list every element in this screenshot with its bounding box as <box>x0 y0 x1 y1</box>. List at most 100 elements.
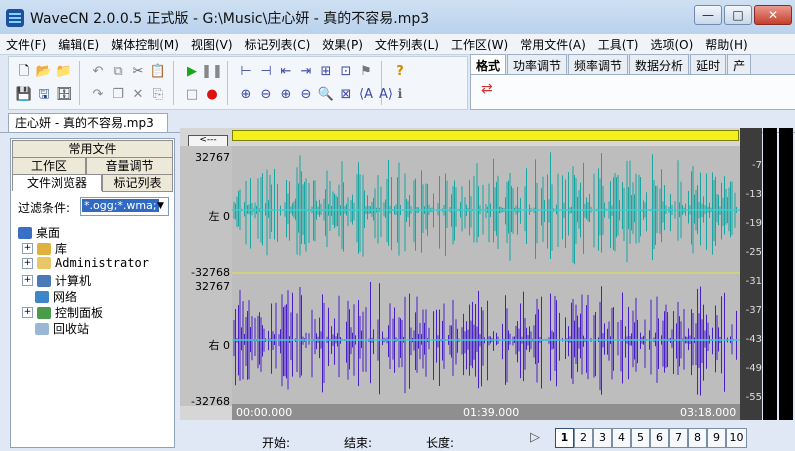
menu-item-0[interactable]: 文件(F) <box>0 34 52 54</box>
menu-item-8[interactable]: 常用文件(A) <box>514 34 592 54</box>
save-all-icon[interactable]: 🗄 <box>55 85 73 103</box>
zoom-left-icon[interactable]: ⟨A <box>357 85 375 103</box>
duplicate-icon[interactable]: ❐ <box>109 85 127 103</box>
open-recent-icon[interactable]: 📁 <box>55 62 73 80</box>
page-button-5[interactable]: 5 <box>631 428 650 448</box>
select-left-icon[interactable]: ⇤ <box>277 62 295 80</box>
menu-item-6[interactable]: 文件列表(L) <box>369 34 445 54</box>
close-button[interactable]: ✕ <box>754 5 792 25</box>
effects-tab-3[interactable]: 数据分析 <box>629 54 690 74</box>
menu-item-3[interactable]: 视图(V) <box>185 34 239 54</box>
select-all-icon[interactable]: ⊞ <box>317 62 335 80</box>
marker-icon[interactable]: ⊡ <box>337 62 355 80</box>
page-button-7[interactable]: 7 <box>669 428 688 448</box>
page-button-9[interactable]: 9 <box>707 428 726 448</box>
menu-item-1[interactable]: 编辑(E) <box>52 34 105 54</box>
menu-item-4[interactable]: 标记列表(C) <box>239 34 317 54</box>
menu-item-11[interactable]: 帮助(H) <box>699 34 753 54</box>
library-icon <box>37 242 51 255</box>
tree-item[interactable]: + 控制面板 <box>22 304 103 321</box>
tree-expander-icon[interactable]: + <box>22 257 33 269</box>
zoom-out-vertical-icon[interactable]: ⊖ <box>297 85 315 103</box>
meter-label: -13 <box>745 189 762 200</box>
help-icon[interactable]: ? <box>391 62 409 80</box>
flag-icon[interactable]: ⚑ <box>357 62 375 80</box>
play-icon[interactable]: ▶ <box>183 62 201 80</box>
filter-value[interactable]: *.ogg;*.wma; <box>82 199 159 212</box>
page-button-3[interactable]: 3 <box>593 428 612 448</box>
play-selection-icon[interactable]: ▷ <box>530 430 540 445</box>
wavecn-app-icon <box>6 9 24 27</box>
cut-icon[interactable]: ✂ <box>129 62 147 80</box>
waveform-overview-scrollbar[interactable] <box>232 130 739 141</box>
menu-item-9[interactable]: 工具(T) <box>592 34 645 54</box>
meter-label: -31 <box>745 276 762 287</box>
chevron-down-icon[interactable]: ▼ <box>154 197 167 214</box>
redo-icon[interactable]: ↷ <box>89 85 107 103</box>
effects-tab-0[interactable]: 格式 <box>470 54 507 74</box>
tree-item[interactable]: 网络 <box>22 288 77 305</box>
effects-tab-5[interactable]: 产 <box>727 54 752 74</box>
time-start-label: 00:00.000 <box>236 406 293 419</box>
tree-item[interactable]: 回收站 <box>22 320 89 337</box>
mix-paste-icon[interactable]: ⎘ <box>149 85 167 103</box>
tab-marker-list[interactable]: 标记列表 <box>102 174 173 192</box>
save-as-icon[interactable]: 🖫 <box>35 85 53 103</box>
select-range-icon[interactable]: ⊣ <box>257 62 275 80</box>
maximize-button[interactable]: □ <box>724 5 752 25</box>
pause-icon[interactable]: ❚❚ <box>201 62 223 80</box>
stop-icon[interactable]: □ <box>183 85 201 103</box>
tree-item[interactable]: + 库 <box>22 240 67 257</box>
zoom-in-icon[interactable]: ⊕ <box>237 85 255 103</box>
zoom-fit-icon[interactable]: 🔍 <box>317 85 335 103</box>
tree-item[interactable]: + Administrator <box>22 256 149 270</box>
tab-file-browser[interactable]: 文件浏览器 <box>12 174 102 191</box>
right-channel-min: -32768 <box>191 395 230 408</box>
zoom-in-vertical-icon[interactable]: ⊕ <box>277 85 295 103</box>
save-icon[interactable]: 💾 <box>15 85 33 103</box>
tree-item[interactable]: + 计算机 <box>22 272 91 289</box>
menu-item-2[interactable]: 媒体控制(M) <box>105 34 185 54</box>
new-file-icon[interactable]: 🗋 <box>15 62 33 80</box>
zoom-out-icon[interactable]: ⊖ <box>257 85 275 103</box>
page-button-8[interactable]: 8 <box>688 428 707 448</box>
tab-volume[interactable]: 音量调节 <box>86 157 173 175</box>
document-tab[interactable]: 庄心妍 - 真的不容易.mp3 <box>8 113 168 132</box>
delete-icon[interactable]: ✕ <box>129 85 147 103</box>
info-icon[interactable]: ℹ <box>391 85 409 103</box>
tree-expander-icon[interactable]: + <box>22 307 33 318</box>
effects-tab-4[interactable]: 延时 <box>690 54 727 74</box>
effects-tab-1[interactable]: 功率调节 <box>507 54 568 74</box>
tab-workspace[interactable]: 工作区 <box>12 157 86 175</box>
waveform-frame[interactable] <box>180 146 740 406</box>
open-file-icon[interactable]: 📂 <box>35 62 53 80</box>
select-start-icon[interactable]: ⊢ <box>237 62 255 80</box>
page-button-1[interactable]: 1 <box>555 428 574 448</box>
minimize-button[interactable]: — <box>694 5 722 25</box>
level-meter-left <box>763 128 777 420</box>
page-button-2[interactable]: 2 <box>574 428 593 448</box>
zoom-selection-icon[interactable]: ⊠ <box>337 85 355 103</box>
menu-item-7[interactable]: 工作区(W) <box>445 34 514 54</box>
user-folder-icon <box>37 257 51 269</box>
tree-expander-icon[interactable]: + <box>22 275 33 286</box>
page-button-4[interactable]: 4 <box>612 428 631 448</box>
tree-item[interactable]: 桌面 <box>18 224 60 241</box>
copy-icon[interactable]: ⧉ <box>109 62 127 80</box>
tree-expander-icon[interactable]: + <box>22 243 33 254</box>
convert-icon[interactable]: ⇄ <box>481 81 493 97</box>
record-icon[interactable]: ● <box>203 85 221 103</box>
select-right-icon[interactable]: ⇥ <box>297 62 315 80</box>
tab-common-files[interactable]: 常用文件 <box>12 140 173 158</box>
paste-icon[interactable]: 📋 <box>149 62 167 80</box>
tree-item-label: 库 <box>55 242 68 256</box>
undo-icon[interactable]: ↶ <box>89 62 107 80</box>
menu-item-10[interactable]: 选项(O) <box>644 34 699 54</box>
effects-tab-2[interactable]: 频率调节 <box>568 54 629 74</box>
page-button-6[interactable]: 6 <box>650 428 669 448</box>
menu-item-5[interactable]: 效果(P) <box>316 34 369 54</box>
waveform-svg[interactable] <box>180 146 740 406</box>
page-button-10[interactable]: 10 <box>726 428 747 448</box>
